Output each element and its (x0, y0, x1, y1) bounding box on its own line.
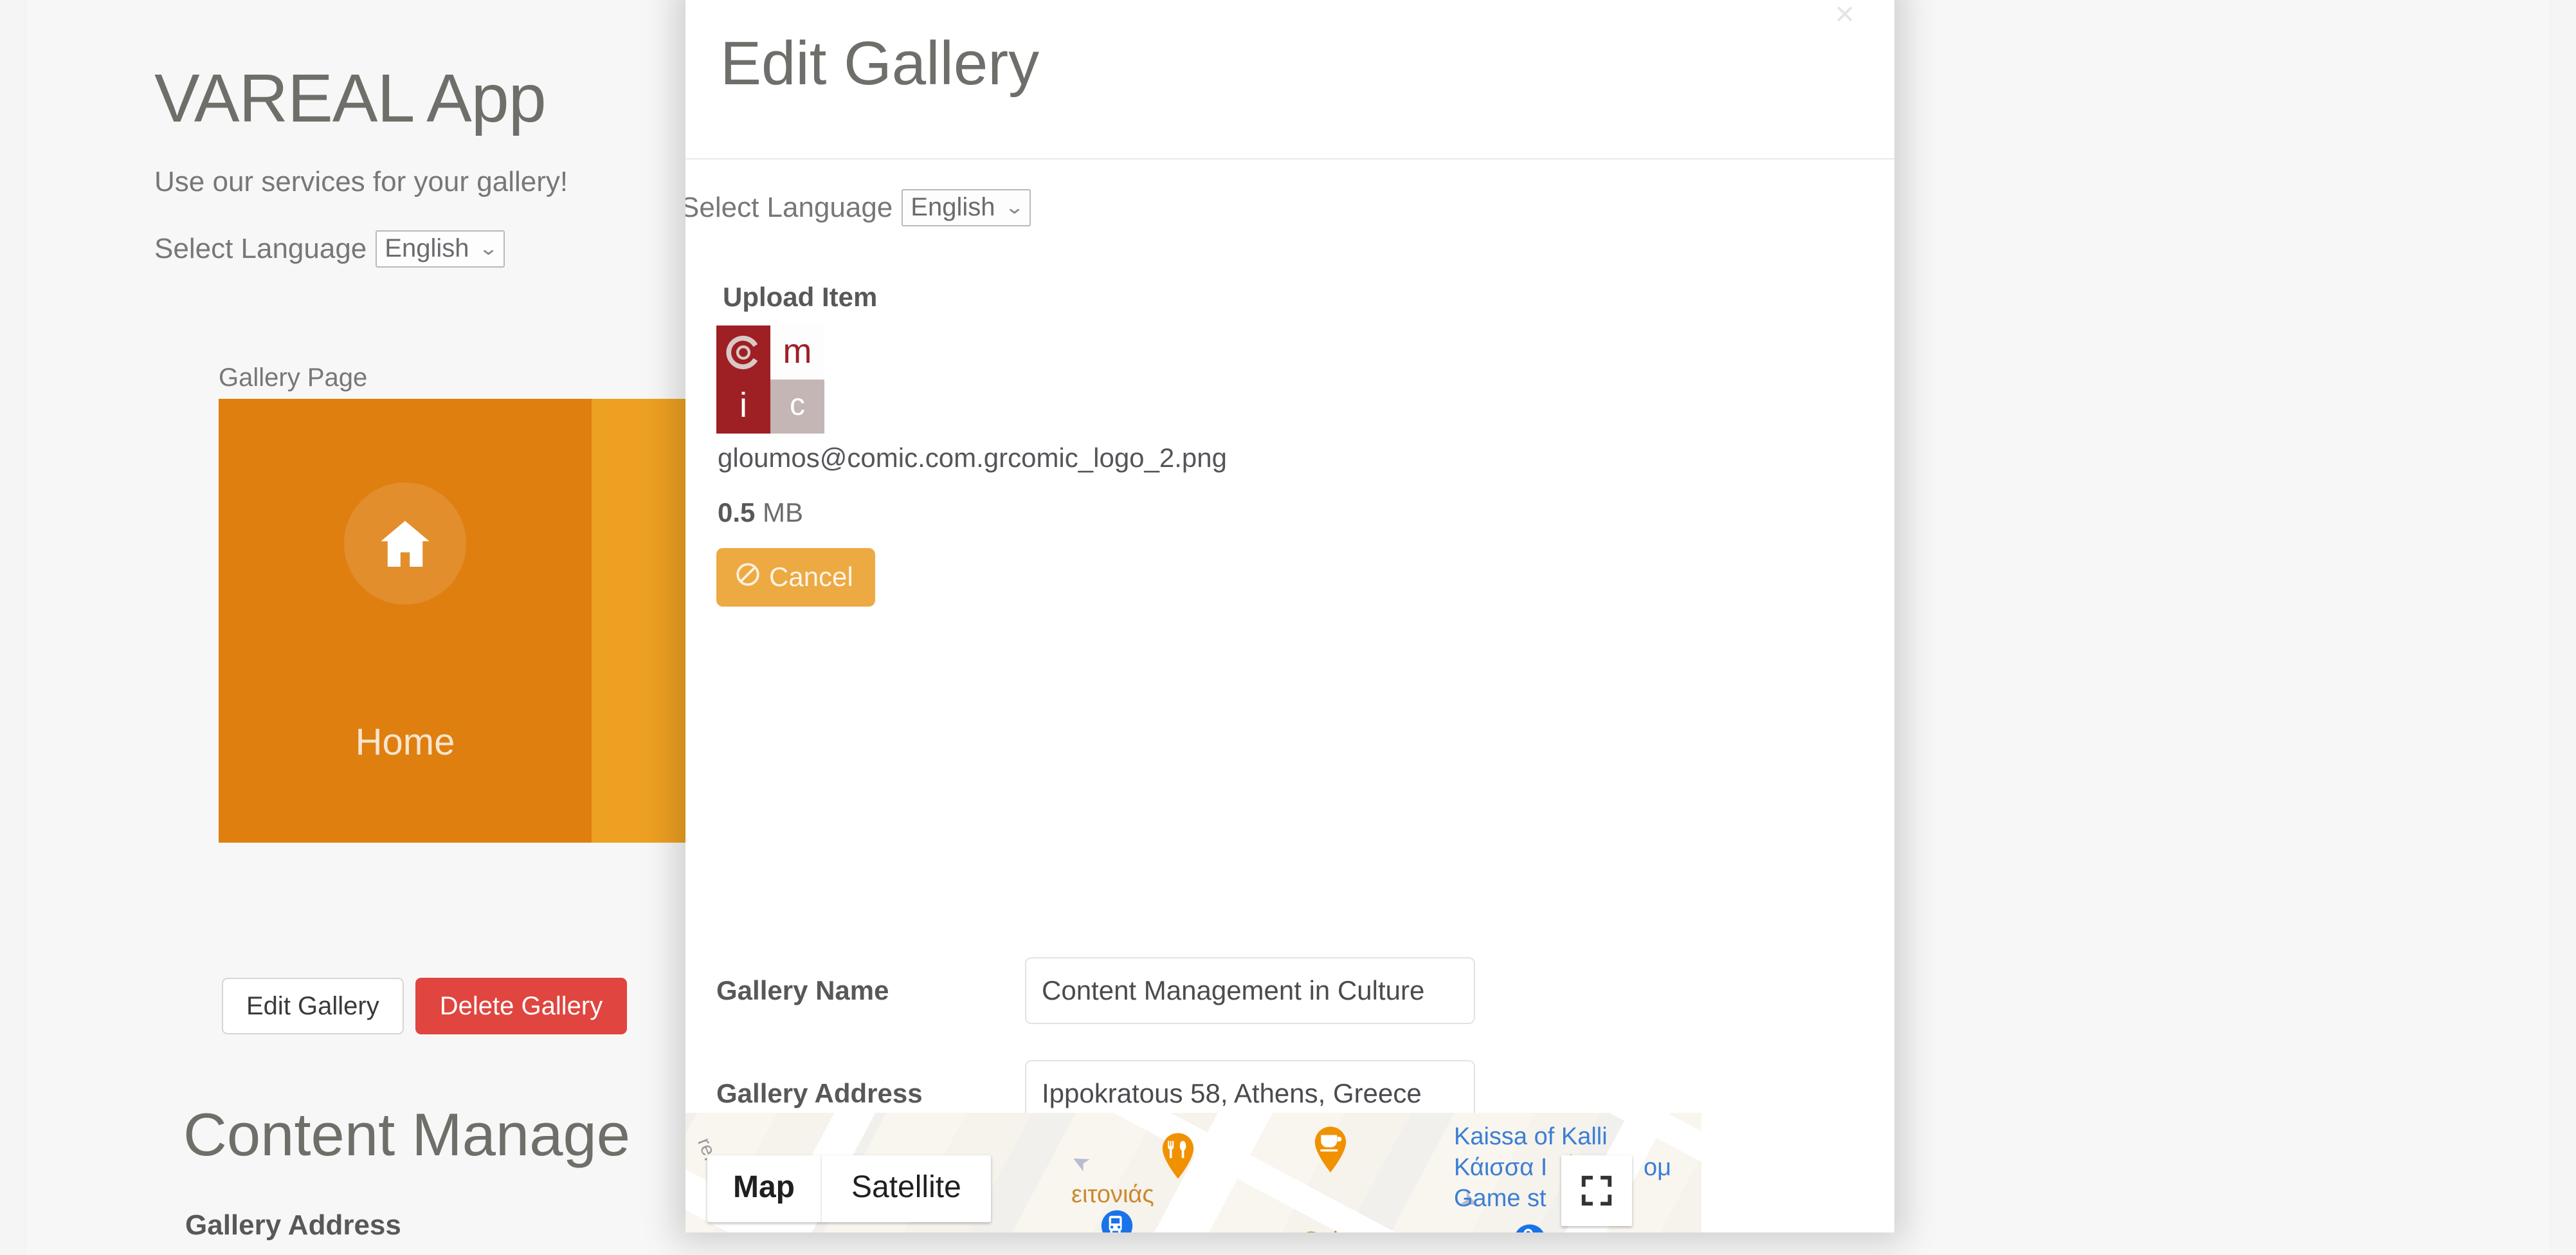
logo-i-letter: i (716, 380, 770, 434)
map-tab-satellite[interactable]: Satellite (822, 1155, 991, 1222)
file-size-unit: MB (755, 497, 804, 527)
ban-icon (734, 561, 761, 592)
language-select-value: English (385, 234, 469, 262)
map-poi-label: Kaissa of Kalli (1454, 1123, 1608, 1150)
language-label: Select Language (154, 233, 367, 264)
map-poi-label: Selas (1303, 1228, 1364, 1232)
modal-header: Edit Gallery × (685, 0, 1894, 160)
uploaded-file-thumbnail: m i c (716, 325, 824, 434)
map-poi-label: Κάισσα Ι (1454, 1154, 1548, 1181)
map-poi-label: Game st (1454, 1185, 1547, 1212)
gallery-action-buttons: Edit Gallery Delete Gallery (222, 978, 628, 1034)
section-subtitle: Gallery Address (185, 1209, 401, 1241)
edit-gallery-button[interactable]: Edit Gallery (222, 978, 404, 1034)
chevron-down-icon: ⌄ (1004, 196, 1025, 218)
cancel-upload-button[interactable]: Cancel (716, 548, 875, 607)
fullscreen-icon[interactable] (1561, 1155, 1632, 1226)
modal-language-select-value: English (911, 193, 995, 221)
map-poi-label: ομ (1644, 1154, 1672, 1181)
logo-m-letter: m (770, 325, 824, 380)
app-title: VAREAL App (154, 60, 547, 136)
map-poi-label: ειτονιάς (1071, 1181, 1154, 1208)
uploaded-file-size: 0.5 MB (718, 497, 803, 528)
app-subtitle: Use our services for your gallery! (154, 166, 568, 197)
section-title: Content Manage (183, 1101, 631, 1168)
restaurant-pin[interactable] (1160, 1132, 1196, 1180)
gallery-address-label: Gallery Address (716, 1078, 923, 1108)
modal-language-label: Select Language (685, 192, 893, 223)
file-size-value: 0.5 (718, 497, 756, 527)
close-icon[interactable]: × (1835, 0, 1855, 31)
language-select[interactable]: English ⌄ (376, 230, 505, 268)
delete-gallery-button[interactable]: Delete Gallery (415, 978, 628, 1034)
gallery-name-value: Content Management in Culture (1042, 975, 1425, 1005)
home-icon (344, 482, 466, 605)
location-map[interactable]: Manisarre. ➤➤➤➤➤➤➤➤➤➤➤➤➤➤➤➤ ειτονιάςSela… (685, 1113, 1701, 1232)
logo-c-icon (716, 325, 770, 380)
card-home-label: Home (355, 721, 455, 763)
gallery-name-row: Gallery Name Content Management in Cultu… (716, 957, 1475, 1024)
cancel-upload-label: Cancel (769, 561, 853, 592)
store-pin[interactable] (1512, 1223, 1548, 1232)
modal-title: Edit Gallery (720, 29, 1040, 98)
card-home[interactable]: Home (219, 399, 592, 843)
upload-item-label: Upload Item (723, 282, 878, 312)
cafe-pin[interactable] (1312, 1126, 1348, 1173)
gallery-name-input[interactable]: Content Management in Culture (1025, 957, 1475, 1024)
chevron-down-icon: ⌄ (478, 237, 499, 259)
edit-gallery-modal: Edit Gallery × Select Language English ⌄… (685, 0, 1894, 1232)
language-selector-row: Select Language English ⌄ (154, 230, 505, 268)
gallery-name-label: Gallery Name (716, 975, 889, 1005)
map-type-toggle: Map Satellite (707, 1155, 991, 1222)
modal-language-row: Select Language English ⌄ (685, 189, 1031, 226)
uploaded-file-name: gloumos@comic.com.grcomic_logo_2.png (718, 443, 1227, 473)
gallery-page-label: Gallery Page (219, 363, 368, 392)
transit-pin[interactable] (1099, 1209, 1135, 1232)
modal-language-select[interactable]: English ⌄ (902, 189, 1031, 226)
gallery-address-value: Ippokratous 58, Athens, Greece (1042, 1078, 1422, 1108)
map-tab-map[interactable]: Map (707, 1155, 822, 1222)
logo-c2-letter: c (770, 380, 824, 434)
